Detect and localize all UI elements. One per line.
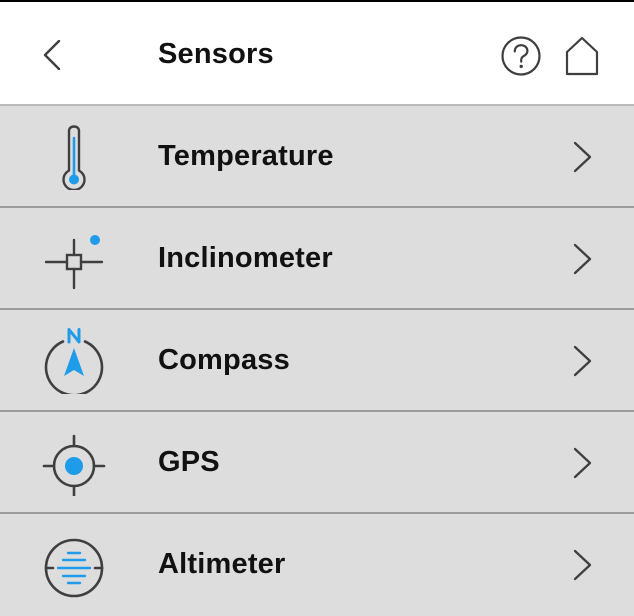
chevron-right-icon — [573, 549, 592, 581]
sensor-icon-slot — [38, 226, 110, 292]
chevron-right-icon — [573, 243, 592, 275]
sensor-label: Temperature — [158, 140, 334, 172]
sensor-icon-slot — [38, 430, 110, 496]
question-mark-circle-icon — [501, 36, 541, 76]
sensor-label: GPS — [158, 446, 220, 478]
sensor-label: Inclinometer — [158, 242, 333, 274]
sensor-icon-slot — [38, 124, 110, 190]
gps-target-icon — [42, 434, 106, 496]
sensor-icon-slot — [38, 532, 110, 598]
header-bar: Sensors — [0, 2, 634, 106]
sensor-item-temperature[interactable]: Temperature — [0, 106, 634, 208]
crosshair-level-icon — [44, 235, 104, 290]
altimeter-icon — [44, 538, 104, 598]
back-button[interactable] — [28, 24, 78, 84]
home-icon — [565, 36, 599, 76]
chevron-left-icon — [43, 40, 61, 70]
sensors-screen: Sensors Temperature Inclinometer Compass… — [0, 0, 634, 616]
home-button[interactable] — [564, 36, 600, 76]
sensor-item-compass[interactable]: Compass — [0, 310, 634, 412]
sensor-item-inclinometer[interactable]: Inclinometer — [0, 208, 634, 310]
page-title: Sensors — [158, 38, 274, 70]
sensor-icon-slot — [38, 328, 110, 394]
sensor-item-altimeter[interactable]: Altimeter — [0, 514, 634, 616]
sensor-list: Temperature Inclinometer Compass GPS Alt… — [0, 106, 634, 616]
sensor-label: Altimeter — [158, 548, 286, 580]
chevron-right-icon — [573, 447, 592, 479]
compass-north-icon — [44, 328, 104, 394]
chevron-right-icon — [573, 345, 592, 377]
sensor-label: Compass — [158, 344, 290, 376]
help-button[interactable] — [500, 35, 542, 77]
sensor-item-gps[interactable]: GPS — [0, 412, 634, 514]
chevron-right-icon — [573, 141, 592, 173]
thermometer-icon — [62, 125, 86, 190]
